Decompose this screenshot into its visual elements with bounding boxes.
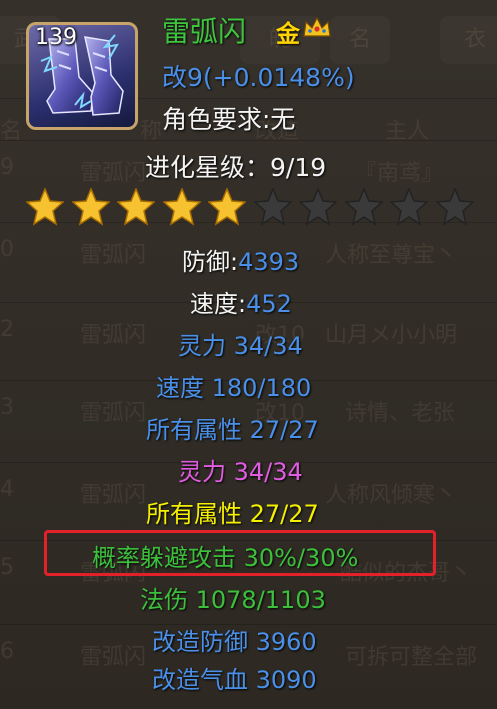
- star-filled-icon: [26, 188, 64, 226]
- item-name: 雷弧闪: [162, 15, 247, 48]
- item-icon-frame: 139: [26, 22, 138, 130]
- gold-badge: 金: [276, 20, 300, 48]
- attribute-line: 灵力 34/34: [178, 458, 303, 486]
- item-tooltip: 139 雷弧闪 金 改9(+0.0148%) 角色要求:无 进化星级：9/19 …: [0, 0, 497, 709]
- star-filled-icon: [71, 188, 110, 226]
- role-requirement: 角色要求:无: [162, 105, 296, 134]
- item-level: 139: [35, 25, 77, 50]
- speed-label: 速度:: [190, 290, 247, 318]
- star-empty-icon: [299, 188, 337, 226]
- star-empty-icon: [435, 188, 474, 226]
- attribute-line: 所有属性 27/27: [146, 500, 319, 528]
- attribute-line: 改造防御 3960: [152, 628, 317, 656]
- attribute-line: 速度 180/180: [156, 374, 312, 402]
- speed-stat: 速度:452: [190, 284, 292, 319]
- star-empty-icon: [253, 188, 292, 226]
- speed-value: 452: [246, 290, 292, 318]
- defense-value: 4393: [238, 248, 300, 276]
- attribute-line: 改造气血 3090: [152, 666, 317, 694]
- attribute-line: 所有属性 27/27: [146, 416, 319, 444]
- star-filled-icon: [117, 188, 155, 226]
- attribute-line: 法伤 1078/1103: [140, 586, 326, 614]
- defense-label: 防御:: [182, 248, 239, 276]
- crown-icon: [303, 16, 331, 37]
- star-empty-icon: [390, 188, 428, 226]
- refine-level: 改9(+0.0148%): [162, 63, 355, 92]
- star-empty-icon: [344, 188, 383, 226]
- evolution-star-level: 进化星级：9/19: [145, 153, 327, 182]
- star-filled-icon: [208, 188, 246, 226]
- defense-stat: 防御:4393: [182, 242, 299, 277]
- attribute-line: 灵力 34/34: [178, 332, 303, 360]
- highlight-box: [44, 530, 436, 576]
- star-rating: [26, 188, 476, 228]
- star-filled-icon: [162, 188, 201, 226]
